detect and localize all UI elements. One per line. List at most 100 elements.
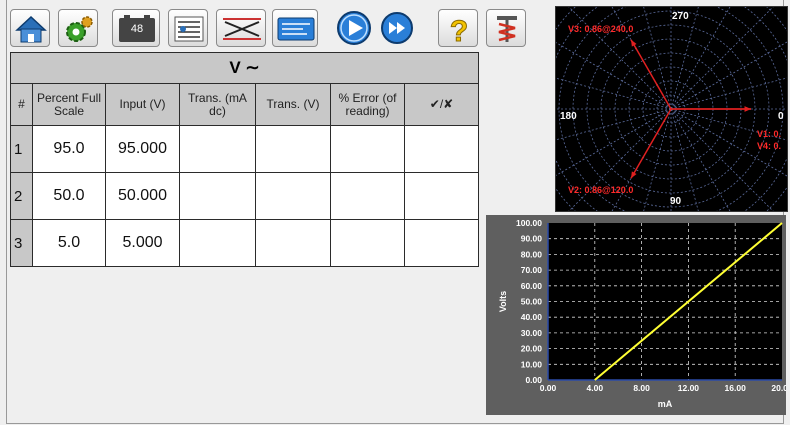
- table-row[interactable]: 1 95.0 95.000: [10, 125, 479, 173]
- polar-spoke: [670, 0, 735, 110]
- pass-fail-cell: [404, 172, 479, 220]
- report-icon: [277, 17, 315, 41]
- polar-spoke: [561, 0, 672, 110]
- y-tick-label: 100.00: [516, 218, 542, 228]
- trans-ma-cell[interactable]: [179, 172, 256, 220]
- polar-spoke: [670, 108, 785, 223]
- x-tick-label: 0.00: [540, 383, 557, 393]
- row-index: 3: [10, 219, 33, 267]
- vector-arrow-v3: [630, 39, 672, 110]
- transfer-plot: 0.00 10.00 20.00 30.00 40.00 50.00 60.00 70.00 8…: [486, 215, 790, 415]
- vector-diagram: 270 90 180 0 V3: 0.86@240.0 V2: 0.86@120…: [511, 0, 790, 269]
- x-axis-label: mA: [658, 399, 673, 409]
- polar-label-90: 90: [670, 196, 682, 207]
- play-button[interactable]: [335, 9, 373, 47]
- tools-button[interactable]: [486, 9, 526, 47]
- polar-label-180: 180: [560, 111, 577, 122]
- polar-spoke: [607, 0, 672, 110]
- y-tick-label: 80.00: [521, 249, 543, 259]
- y-tick-label: 70.00: [521, 265, 543, 275]
- x-tick-label: 20.00: [771, 383, 786, 393]
- table-title: V ∼: [10, 52, 479, 84]
- home-button[interactable]: [10, 9, 50, 47]
- svg-text:?: ?: [450, 15, 468, 48]
- input-cell[interactable]: 50.000: [105, 172, 180, 220]
- vector-label-v4: V4: 0.: [757, 141, 782, 151]
- waveform-button[interactable]: [216, 9, 266, 47]
- polar-spoke: [641, 0, 672, 110]
- error-cell: [330, 219, 405, 267]
- col-header-percent: Percent Full Scale: [32, 83, 106, 126]
- settings-button[interactable]: [58, 9, 98, 47]
- polar-spoke: [532, 28, 672, 110]
- trans-v-cell[interactable]: [255, 219, 331, 267]
- row-index: 1: [10, 125, 33, 173]
- table-row[interactable]: 2 50.0 50.000: [10, 172, 479, 220]
- error-cell: [330, 172, 405, 220]
- polar-label-270: 270: [672, 11, 689, 22]
- percent-cell[interactable]: 95.0: [32, 125, 106, 173]
- polar-spoke: [670, 39, 790, 110]
- col-header-input: Input (V): [105, 83, 180, 126]
- polar-label-0: 0: [778, 111, 784, 122]
- x-tick-label: 16.00: [725, 383, 747, 393]
- help-button[interactable]: ?: [438, 9, 478, 49]
- percent-cell[interactable]: 5.0: [32, 219, 106, 267]
- vector-arrowhead-v4: [744, 106, 751, 112]
- y-tick-label: 20.00: [521, 344, 543, 354]
- col-header-error: % Error (of reading): [330, 83, 405, 126]
- y-tick-label: 90.00: [521, 234, 543, 244]
- y-tick-label: 40.00: [521, 312, 543, 322]
- polar-grid: [511, 0, 790, 269]
- vector-label-v2: V2: 0.86@120.0: [568, 185, 634, 195]
- play-icon: [337, 11, 371, 45]
- polar-spoke: [670, 76, 790, 110]
- trans-ma-cell[interactable]: [179, 125, 256, 173]
- row-index: 2: [10, 172, 33, 220]
- pass-fail-cell: [404, 219, 479, 267]
- polar-spoke: [629, 108, 672, 264]
- polar-spoke: [670, 0, 701, 110]
- trans-v-cell[interactable]: [255, 125, 331, 173]
- polar-spoke: [557, 108, 672, 223]
- toolbar: 48 ?: [10, 6, 535, 50]
- battery-button[interactable]: 48: [112, 9, 160, 47]
- percent-cell[interactable]: 50.0: [32, 172, 106, 220]
- trans-ma-cell[interactable]: [179, 219, 256, 267]
- col-header-trans-ma: Trans. (mA dc): [179, 83, 256, 126]
- x-tick-label: 12.00: [678, 383, 700, 393]
- col-header-index: #: [10, 83, 33, 126]
- vector-arrow-v2: [630, 108, 672, 179]
- y-tick-label: 30.00: [521, 328, 543, 338]
- question-icon: ?: [449, 15, 468, 49]
- pass-fail-cell: [404, 125, 479, 173]
- polar-spoke: [670, 0, 781, 110]
- table-row[interactable]: 3 5.0 5.000: [10, 219, 479, 267]
- trans-v-cell[interactable]: [255, 172, 331, 220]
- vector-label-v1: V1: 0.: [757, 129, 782, 139]
- col-header-pass-fail: ✔/✘: [404, 83, 479, 126]
- y-axis-label: Volts: [498, 291, 508, 312]
- y-tick-label: 60.00: [521, 281, 543, 291]
- plot-area: 0.00 10.00 20.00 30.00 40.00 50.00 60.00 70.00 8…: [498, 218, 790, 409]
- error-cell: [330, 125, 405, 173]
- results-table: V ∼ # Percent Full Scale Input (V) Trans…: [10, 52, 479, 267]
- vector-label-v3: V3: 0.86@240.0: [568, 24, 634, 34]
- test-plan-button[interactable]: [168, 9, 208, 47]
- polar-spoke: [670, 108, 752, 248]
- input-cell[interactable]: 5.000: [105, 219, 180, 267]
- report-button[interactable]: [272, 9, 318, 47]
- home-icon: [15, 15, 47, 43]
- list-icon: [174, 16, 204, 42]
- input-cell[interactable]: 95.000: [105, 125, 180, 173]
- gear-icon: [66, 16, 93, 42]
- fast-forward-button[interactable]: [378, 9, 416, 47]
- battery-label: 48: [130, 23, 144, 35]
- y-tick-label: 10.00: [521, 359, 543, 369]
- y-tick-label: 50.00: [521, 297, 543, 307]
- x-tick-label: 4.00: [587, 383, 604, 393]
- crossed-lines-icon: [223, 18, 261, 40]
- fast-forward-icon: [381, 12, 413, 44]
- col-header-trans-v: Trans. (V): [255, 83, 331, 126]
- x-tick-label: 8.00: [633, 383, 650, 393]
